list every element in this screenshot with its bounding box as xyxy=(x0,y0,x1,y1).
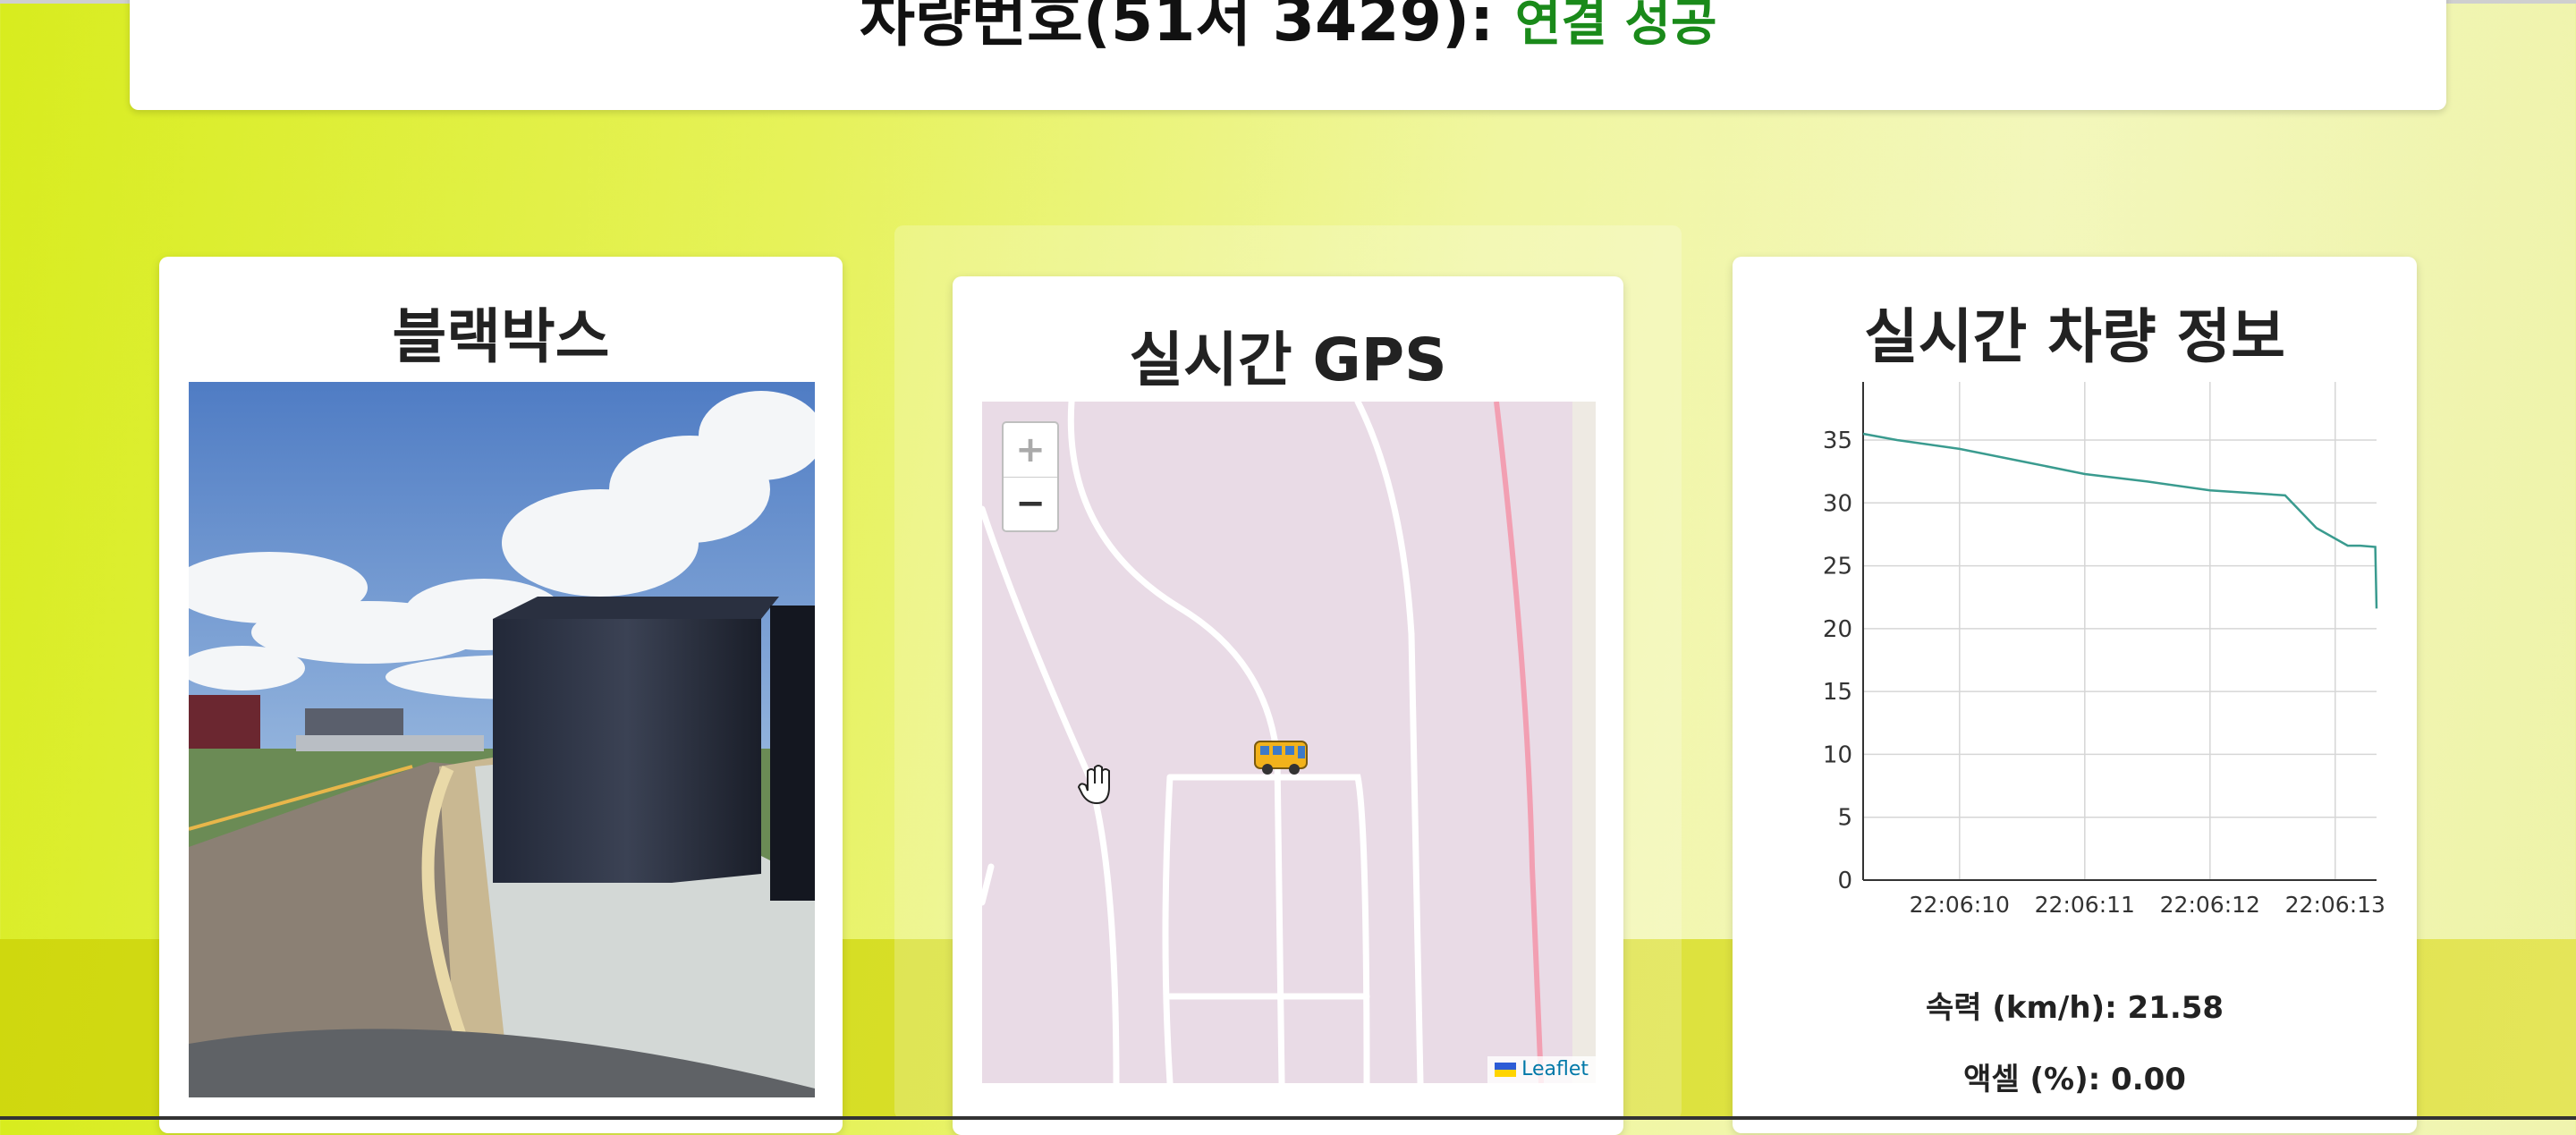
y-tick-label: 5 xyxy=(1837,805,1852,832)
speed-series-line xyxy=(1862,432,2378,609)
zoom-out-button[interactable]: − xyxy=(1004,477,1057,530)
blackbox-title: 블랙박스 xyxy=(392,302,610,371)
speed-readout: 속력 (km/h): 21.58 xyxy=(1925,990,2224,1026)
gps-title: 실시간 GPS xyxy=(1129,326,1447,394)
connection-status: 연결 성공 xyxy=(1514,0,1717,53)
x-tick-label: 22:06:12 xyxy=(2160,892,2260,918)
x-tick-label: 22:06:13 xyxy=(2285,892,2385,918)
blackbox-card: 블랙박스 xyxy=(159,257,843,1133)
speed-chart: 0 5 10 15 20 25 30 35 22:06:10 22:06:11 22:06:12 22… xyxy=(1823,382,2385,918)
leaflet-link[interactable]: Leaflet xyxy=(1521,1058,1589,1080)
hand-cursor-icon xyxy=(1077,765,1110,805)
bottom-border xyxy=(0,1116,2576,1120)
x-tick-label: 22:06:11 xyxy=(2035,892,2135,918)
vehicle-status-heading: 차량번호(51서 3429): 연결 성공 xyxy=(130,0,2446,58)
y-tick-label: 35 xyxy=(1823,428,1852,454)
x-tick-label: 22:06:10 xyxy=(1910,892,2010,918)
y-tick-label: 15 xyxy=(1823,679,1852,706)
blackbox-video xyxy=(189,382,815,1097)
y-tick-label: 10 xyxy=(1823,741,1852,768)
zoom-in-button[interactable]: + xyxy=(1004,423,1057,478)
zoom-control: + − xyxy=(1002,421,1059,532)
flag-icon xyxy=(1495,1063,1517,1077)
header-card: 차량번호(51서 3429): 연결 성공 xyxy=(130,0,2446,110)
y-tick-label: 25 xyxy=(1823,554,1852,580)
vehicle-number-label: 차량번호(51서 3429): xyxy=(859,0,1495,55)
y-tick-label: 20 xyxy=(1823,616,1852,643)
vehicle-info-card: 실시간 차량 정보 0 5 10 15 20 25 30 35 22:06:10 22:06:11… xyxy=(1733,257,2417,1133)
gps-card: 실시간 GPS + − Leaflet xyxy=(953,276,1623,1135)
y-tick-label: 30 xyxy=(1823,490,1852,517)
y-tick-label: 0 xyxy=(1837,868,1852,894)
map-attribution: Leaflet xyxy=(1487,1056,1596,1083)
gps-map[interactable]: + − Leaflet xyxy=(982,402,1596,1083)
accel-readout: 액셀 (%): 0.00 xyxy=(1963,1062,2186,1097)
